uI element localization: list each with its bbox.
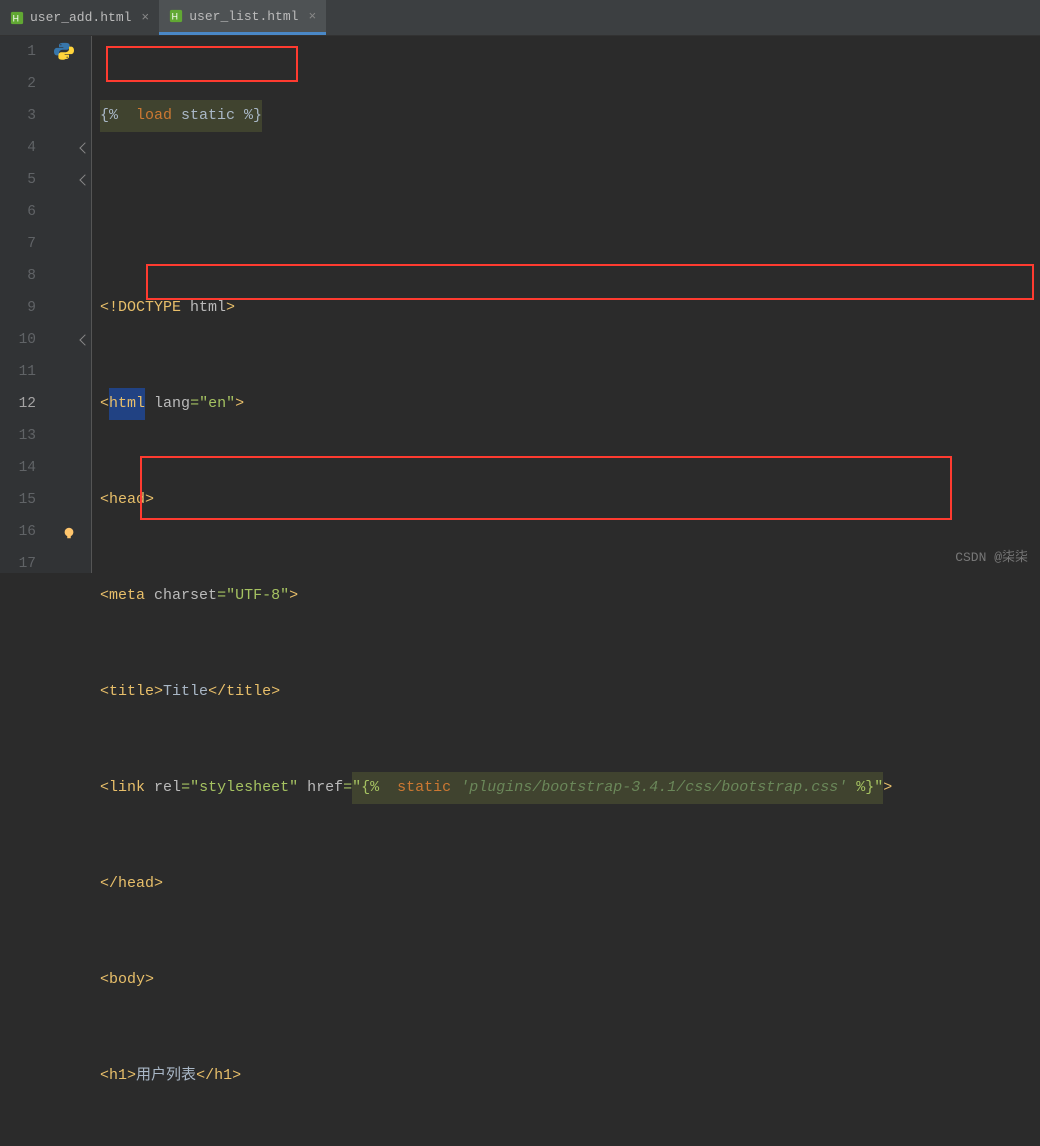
line-number: 13 [0, 420, 36, 452]
line-number: 16 [0, 516, 36, 548]
line-number: 6 [0, 196, 36, 228]
tab-label: user_list.html [189, 9, 298, 24]
code-line: <!DOCTYPE html> [100, 292, 1040, 324]
line-number: 5 [0, 164, 36, 196]
tab-user-list[interactable]: H user_list.html × [159, 0, 326, 35]
line-number: 2 [0, 68, 36, 100]
line-number: 15 [0, 484, 36, 516]
fold-marker-icon[interactable] [79, 334, 90, 345]
line-number: 7 [0, 228, 36, 260]
tab-label: user_add.html [30, 10, 131, 25]
fold-marker-icon[interactable] [79, 174, 90, 185]
code-line: <body> [100, 964, 1040, 996]
code-line: <html lang="en"> [100, 388, 1040, 420]
line-number: 12 [0, 388, 36, 420]
line-number: 9 [0, 292, 36, 324]
html-file-icon: H [169, 9, 183, 23]
fold-marker-icon[interactable] [79, 142, 90, 153]
tab-user-add[interactable]: H user_add.html × [0, 0, 159, 35]
line-number: 4 [0, 132, 36, 164]
code-line: <h1>用户列表</h1> [100, 1060, 1040, 1092]
fold-column [78, 36, 92, 573]
line-number-gutter: 1 2 3 4 5 6 7 8 9 10 11 12 13 14 15 16 1… [0, 36, 50, 573]
python-icon [54, 41, 74, 61]
code-line [100, 196, 1040, 228]
line-number: 14 [0, 452, 36, 484]
html-file-icon: H [10, 11, 24, 25]
svg-text:H: H [172, 12, 178, 22]
code-area[interactable]: {% load static %} <!DOCTYPE html> <html … [92, 36, 1040, 573]
code-editor[interactable]: 1 2 3 4 5 6 7 8 9 10 11 12 13 14 15 16 1… [0, 36, 1040, 573]
line-number: 8 [0, 260, 36, 292]
line-number: 3 [0, 100, 36, 132]
svg-text:H: H [13, 13, 19, 23]
tab-bar: H user_add.html × H user_list.html × [0, 0, 1040, 36]
code-line: <title>Title</title> [100, 676, 1040, 708]
code-line: <meta charset="UTF-8"> [100, 580, 1040, 612]
line-number: 17 [0, 548, 36, 580]
line-number: 10 [0, 324, 36, 356]
line-number: 1 [0, 36, 36, 68]
gutter-icons [50, 36, 78, 573]
close-icon[interactable]: × [141, 10, 149, 25]
code-line: {% load static %} [100, 100, 1040, 132]
code-line: <head> [100, 484, 1040, 516]
code-line: <link rel="stylesheet" href="{% static '… [100, 772, 1040, 804]
close-icon[interactable]: × [308, 9, 316, 24]
line-number: 11 [0, 356, 36, 388]
code-line: </head> [100, 868, 1040, 900]
bulb-icon[interactable] [62, 526, 76, 540]
watermark: CSDN @柒柒 [955, 546, 1028, 565]
